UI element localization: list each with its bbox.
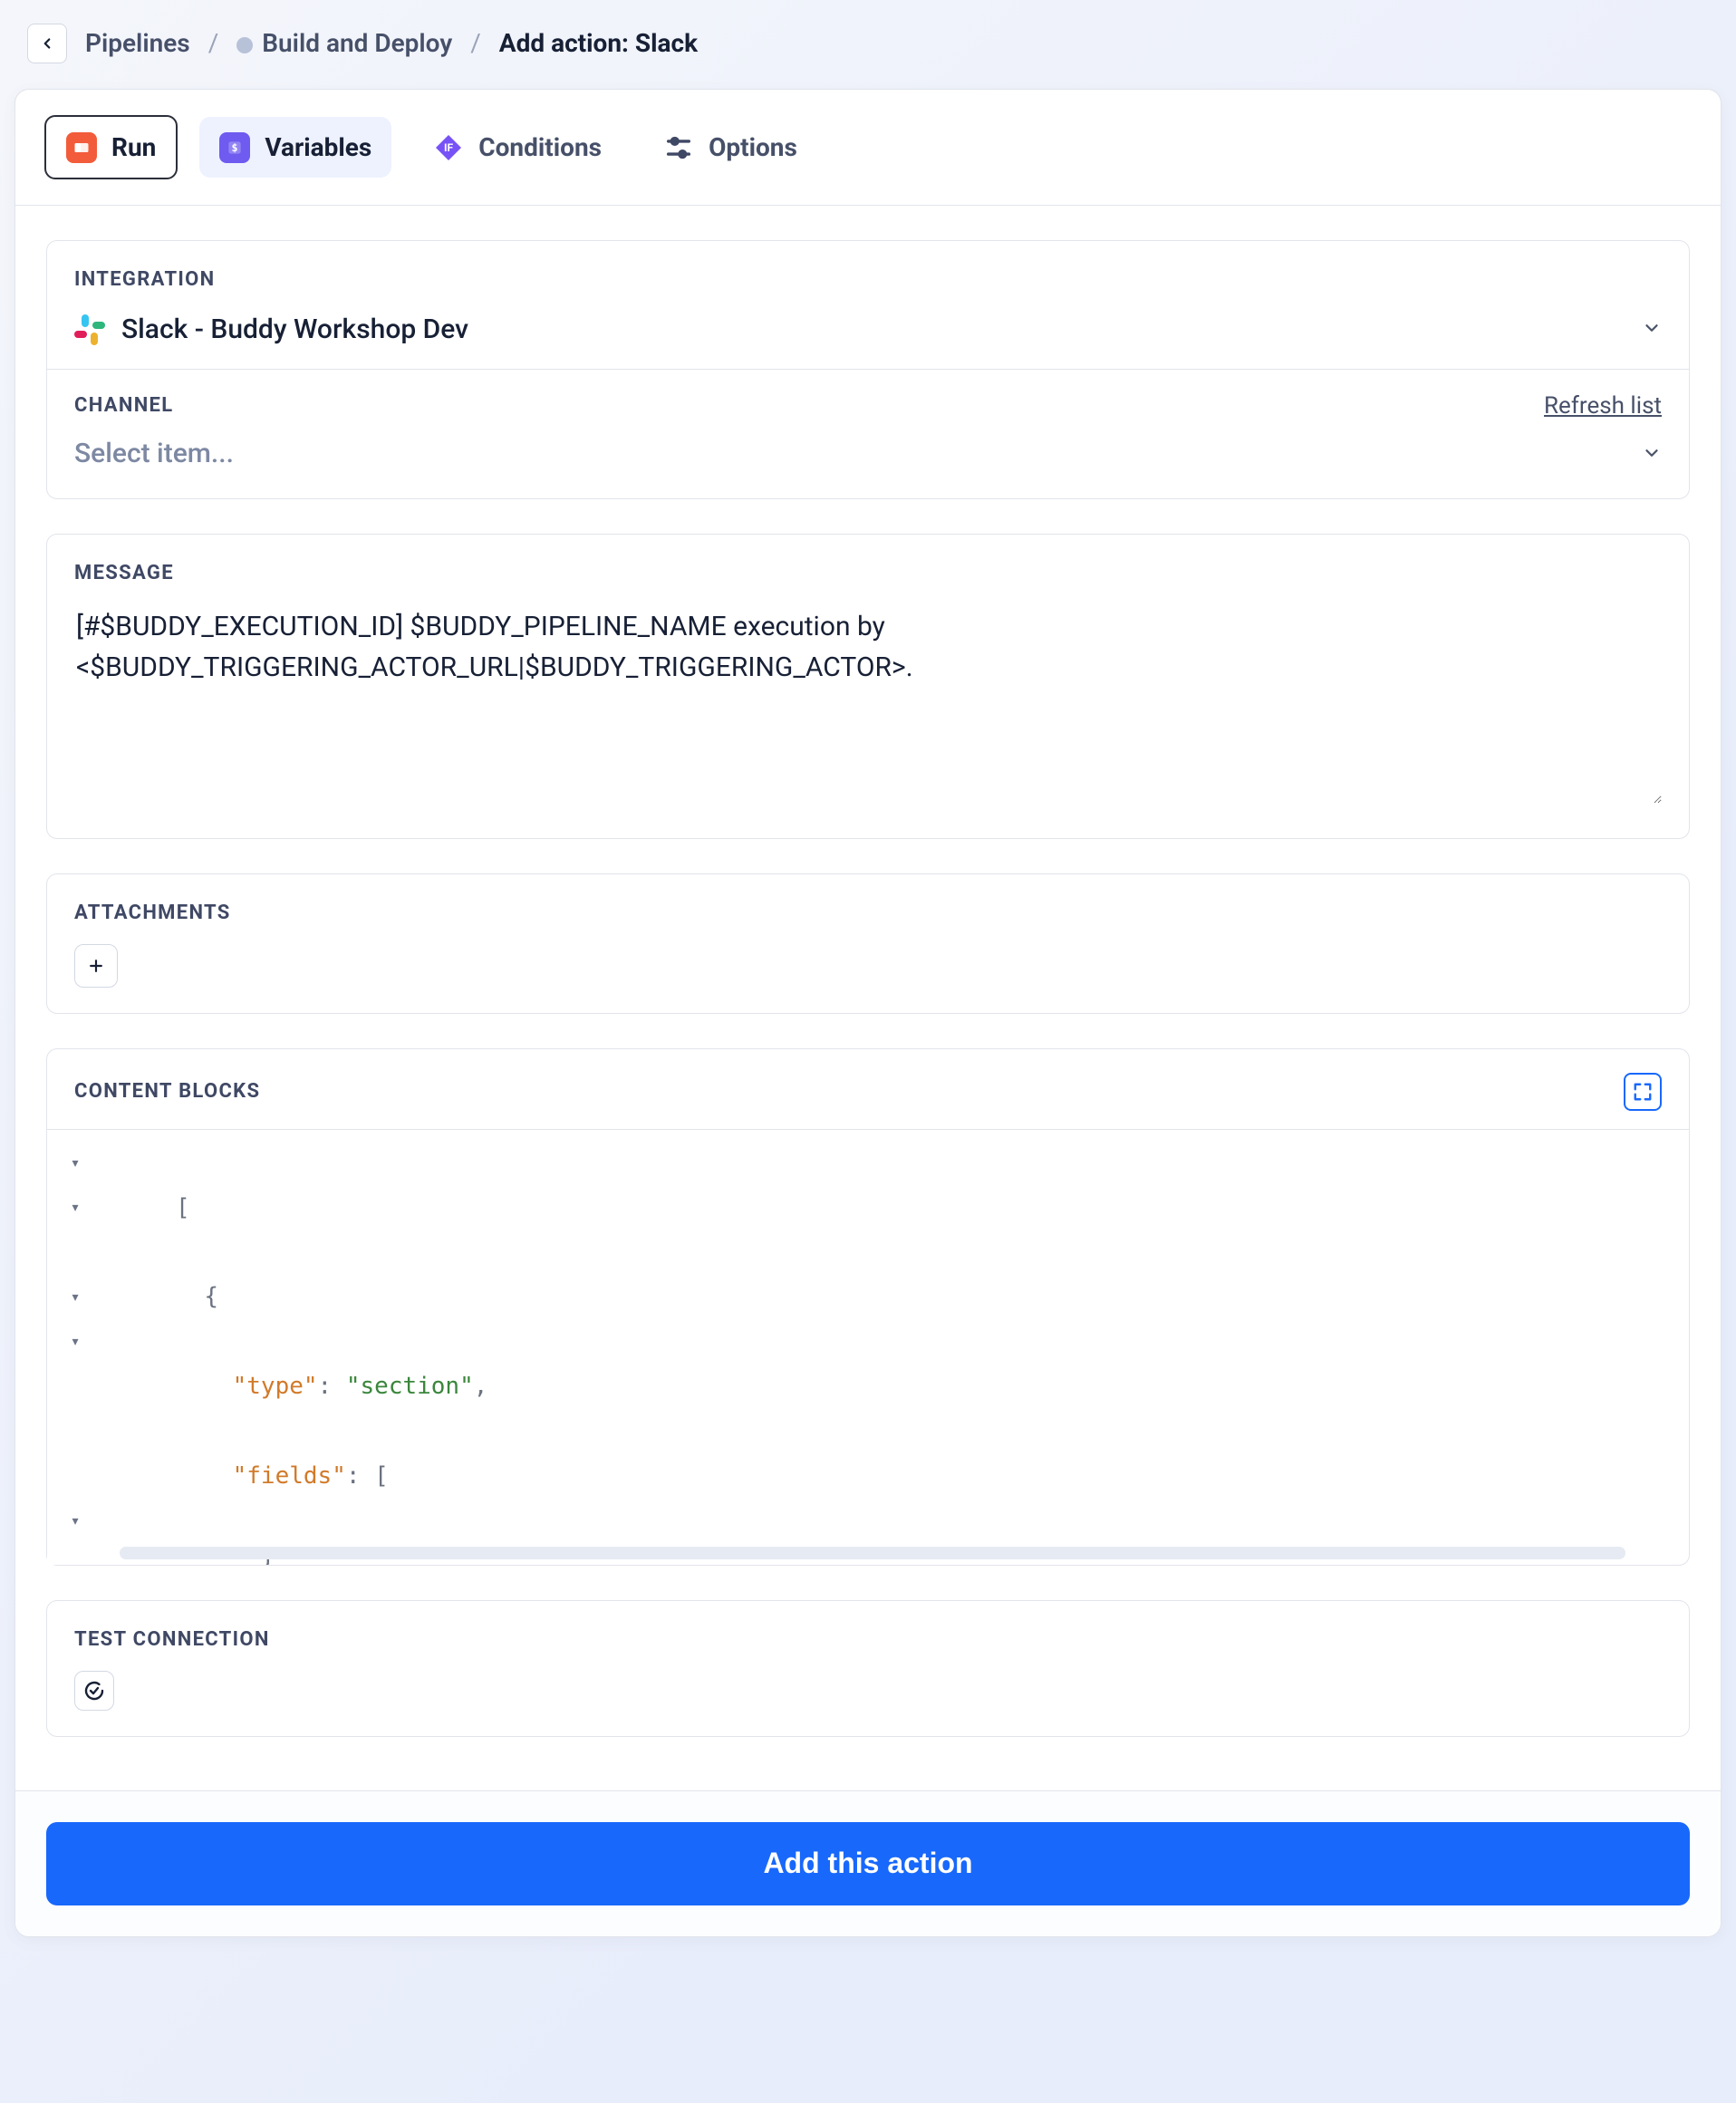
integration-section: INTEGRATION Slack - Buddy Workshop Dev C… (46, 240, 1690, 499)
channel-label: CHANNEL (74, 392, 173, 420)
svg-text:IF: IF (444, 141, 454, 154)
breadcrumb-current: Add action: Slack (499, 25, 698, 61)
refresh-list-link[interactable]: Refresh list (1544, 390, 1662, 422)
breadcrumb-sep: / (470, 25, 481, 61)
expand-editor-button[interactable] (1624, 1073, 1662, 1111)
breadcrumb-parent[interactable]: Build and Deploy (236, 25, 452, 61)
attachments-label: ATTACHMENTS (74, 900, 1662, 928)
options-icon (663, 132, 694, 163)
test-connection-label: TEST CONNECTION (74, 1626, 1662, 1654)
status-dot-icon (236, 37, 253, 53)
add-attachment-button[interactable] (74, 944, 118, 988)
run-icon (66, 132, 97, 163)
code-gutter: ▾ ▾ ▾ ▾ ▾ (47, 1130, 103, 1565)
content-blocks-editor[interactable]: ▾ ▾ ▾ ▾ ▾ [ { "type": "section", "fields… (47, 1130, 1689, 1565)
integration-select[interactable]: Slack - Buddy Workshop Dev (74, 311, 1642, 349)
tab-options[interactable]: Options (643, 117, 817, 178)
chevron-down-icon (1642, 312, 1662, 347)
expand-icon (1633, 1082, 1653, 1102)
tabs: Run $ Variables IF Conditions Options (15, 90, 1721, 206)
code-content: [ { "type": "section", "fields": [ { "ty… (103, 1130, 1689, 1565)
message-section: MESSAGE (46, 534, 1690, 839)
main-card: Run $ Variables IF Conditions Options (14, 89, 1722, 1937)
back-button[interactable] (27, 24, 67, 63)
conditions-icon: IF (433, 132, 464, 163)
horizontal-scrollbar[interactable] (120, 1547, 1625, 1559)
svg-text:$: $ (232, 141, 238, 154)
test-connection-button[interactable] (74, 1671, 114, 1711)
content-blocks-section: CONTENT BLOCKS ▾ ▾ ▾ ▾ ▾ (46, 1048, 1690, 1566)
tab-run[interactable]: Run (44, 115, 178, 179)
content-blocks-label: CONTENT BLOCKS (74, 1078, 260, 1106)
footer: Add this action (15, 1790, 1721, 1936)
chevron-left-icon (39, 35, 55, 52)
message-label: MESSAGE (74, 560, 1662, 588)
tab-variables[interactable]: $ Variables (199, 117, 391, 178)
message-input[interactable] (74, 604, 1662, 804)
breadcrumb: Pipelines / Build and Deploy / Add actio… (14, 18, 1722, 89)
attachments-section: ATTACHMENTS (46, 873, 1690, 1014)
channel-select[interactable]: Select item... (74, 435, 1642, 473)
integration-label: INTEGRATION (74, 266, 1662, 294)
breadcrumb-sep: / (208, 25, 219, 61)
check-circle-icon (83, 1680, 105, 1702)
tab-conditions[interactable]: IF Conditions (413, 117, 622, 178)
slack-icon (74, 314, 105, 345)
breadcrumb-root[interactable]: Pipelines (85, 25, 190, 61)
add-this-action-button[interactable]: Add this action (46, 1822, 1690, 1905)
plus-icon (87, 957, 105, 975)
chevron-down-icon (1642, 437, 1662, 472)
test-connection-section: TEST CONNECTION (46, 1600, 1690, 1737)
variables-icon: $ (219, 132, 250, 163)
